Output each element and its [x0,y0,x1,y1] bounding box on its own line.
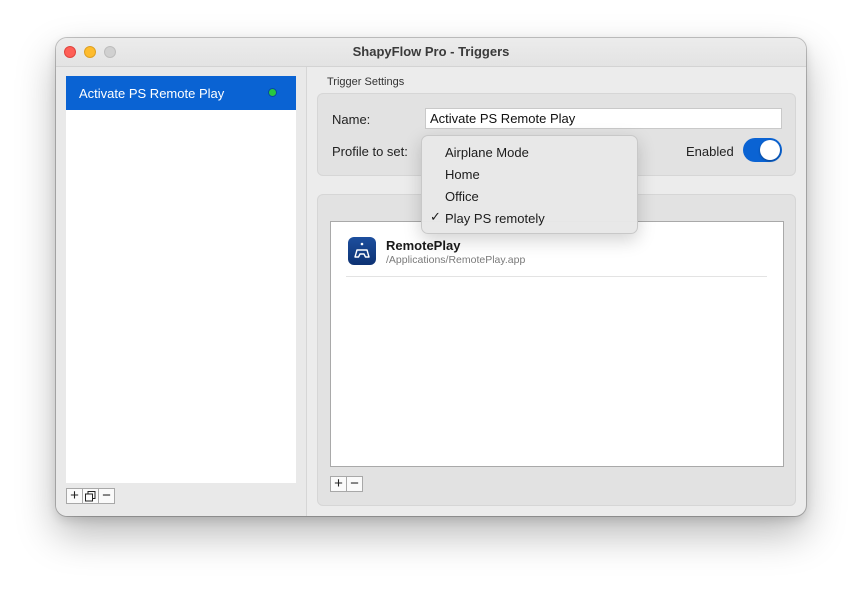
menu-item-label: Play PS remotely [445,210,545,226]
menu-item-label: Home [445,166,480,182]
toggle-knob [760,140,780,160]
name-label: Name: [332,112,371,127]
trigger-list-item[interactable]: Activate PS Remote Play [66,76,296,110]
trigger-list-buttons: + − [66,488,115,504]
sidebar: Activate PS Remote Play + − [56,67,307,516]
title-bar[interactable]: ShapyFlow Pro - Triggers [56,38,806,67]
status-dot-icon [269,89,276,96]
remove-application-button[interactable]: − [346,476,363,492]
checkmark-icon: ✓ [430,209,441,224]
menu-item-airplane-mode[interactable]: Airplane Mode [422,141,637,163]
menu-item-home[interactable]: Home [422,163,637,185]
applications-box: RemotePlay /Applications/RemotePlay.app … [317,194,796,506]
enabled-toggle[interactable] [743,138,782,162]
trigger-list-item-label: Activate PS Remote Play [79,85,225,101]
name-field[interactable]: Activate PS Remote Play [425,108,782,129]
menu-item-play-ps-remotely[interactable]: ✓ Play PS remotely [422,207,637,229]
app-name: RemotePlay [386,238,461,253]
menu-item-office[interactable]: Office [422,185,637,207]
enabled-label: Enabled [686,144,734,159]
window-title: ShapyFlow Pro - Triggers [352,44,510,59]
add-trigger-button[interactable]: + [66,488,83,504]
duplicate-trigger-button[interactable] [82,488,99,504]
profile-label: Profile to set: [332,144,408,159]
playstation-remote-play-icon [348,237,376,265]
trigger-settings-heading: Trigger Settings [327,76,405,88]
remove-trigger-button[interactable]: − [98,488,115,504]
profile-dropdown-menu[interactable]: Airplane Mode Home Office ✓ Play PS remo… [421,135,638,234]
application-list-buttons: + − [330,476,363,492]
add-application-button[interactable]: + [330,476,347,492]
row-divider [346,276,767,277]
duplicate-icon [85,490,96,501]
menu-item-label: Office [445,188,479,204]
application-list[interactable]: RemotePlay /Applications/RemotePlay.app [330,221,784,467]
app-path: /Applications/RemotePlay.app [386,254,526,266]
trigger-list[interactable]: Activate PS Remote Play [66,76,296,483]
app-window: ShapyFlow Pro - Triggers Activate PS Rem… [56,38,806,516]
menu-item-label: Airplane Mode [445,144,529,160]
